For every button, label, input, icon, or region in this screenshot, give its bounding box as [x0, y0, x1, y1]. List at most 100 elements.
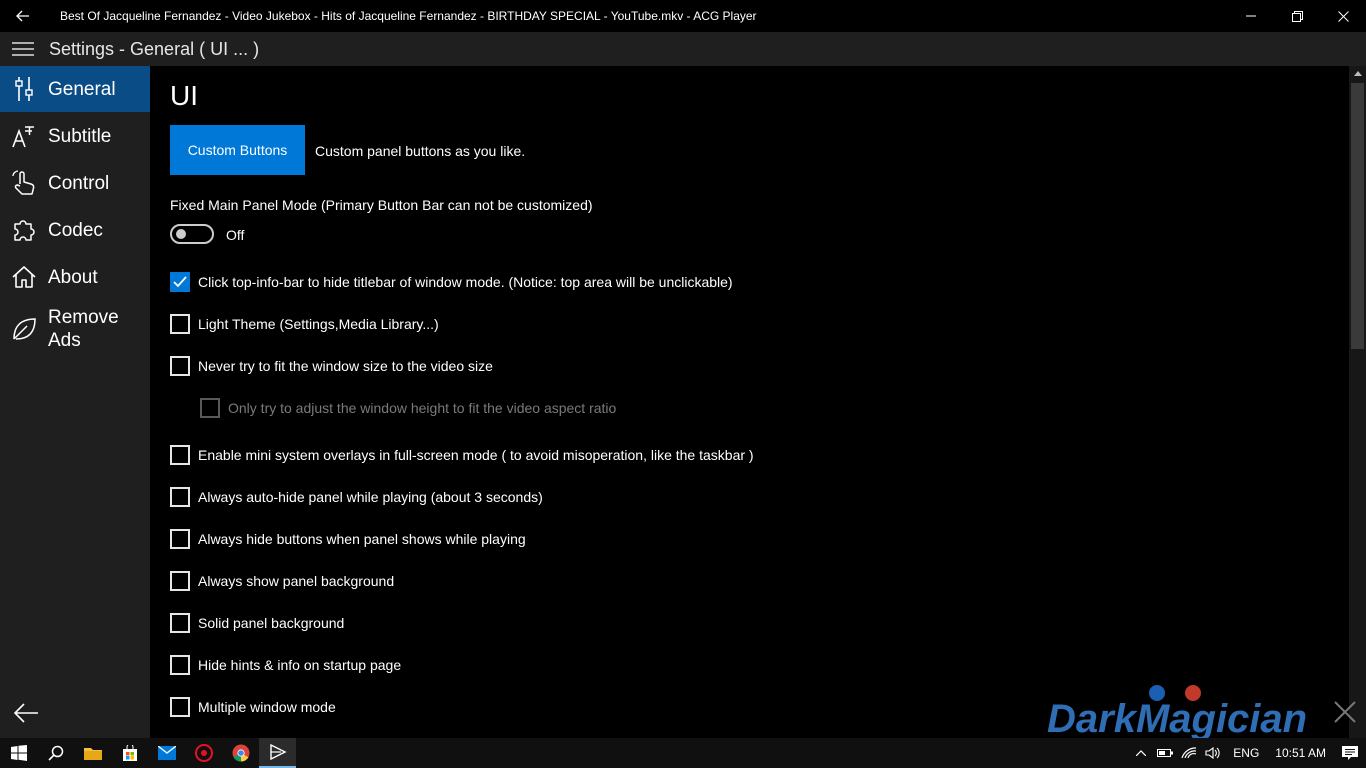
sidebar-item-control[interactable]: Control: [0, 160, 150, 206]
checkbox[interactable]: [170, 272, 190, 292]
restore-icon: [1291, 10, 1303, 22]
checkbox-label: Only try to adjust the window height to …: [228, 400, 617, 416]
checkbox-row-never-fit-window[interactable]: Never try to fit the window size to the …: [170, 356, 493, 376]
checkbox-row-light-theme[interactable]: Light Theme (Settings,Media Library...): [170, 314, 439, 334]
checkbox[interactable]: [170, 445, 190, 465]
minimize-button[interactable]: [1228, 0, 1274, 32]
search-icon: [47, 745, 63, 761]
taskbar-mail[interactable]: [148, 738, 185, 768]
sidebar-item-codec[interactable]: Codec: [0, 207, 150, 253]
checkbox-row-show-panel-bg[interactable]: Always show panel background: [170, 571, 394, 591]
settings-main: UI Custom Buttons Custom panel buttons a…: [150, 66, 1349, 738]
checkbox-row-auto-hide-panel[interactable]: Always auto-hide panel while playing (ab…: [170, 487, 543, 507]
toggle-knob: [176, 229, 186, 239]
window-title: Best Of Jacqueline Fernandez - Video Juk…: [60, 9, 757, 23]
chevron-up-icon: [1353, 71, 1362, 76]
taskbar-search-button[interactable]: [37, 738, 74, 768]
taskbar-store[interactable]: [111, 738, 148, 768]
app-gear-icon: [194, 744, 213, 762]
sidebar-item-label: Remove Ads: [48, 307, 119, 351]
fixed-main-panel-toggle[interactable]: [170, 224, 214, 244]
checkbox: [200, 398, 220, 418]
checkbox[interactable]: [170, 356, 190, 376]
store-bag-icon: [122, 745, 137, 761]
checkbox-label: Always show panel background: [198, 573, 395, 589]
sidebar-back-button[interactable]: [8, 698, 44, 728]
settings-sidebar: General Subtitle Control Codec About Rem…: [0, 66, 150, 738]
taskbar-acg-player[interactable]: [259, 738, 296, 768]
back-arrow-icon: [13, 703, 38, 723]
checkbox[interactable]: [170, 697, 190, 717]
sidebar-item-remove-ads[interactable]: Remove Ads: [0, 301, 150, 357]
sidebar-item-subtitle[interactable]: Subtitle: [0, 113, 150, 159]
home-icon: [0, 265, 48, 289]
custom-buttons-button[interactable]: Custom Buttons: [170, 125, 305, 175]
vertical-scrollbar[interactable]: [1349, 66, 1366, 738]
custom-buttons-description: Custom panel buttons as you like.: [315, 143, 526, 159]
sidebar-item-about[interactable]: About: [0, 254, 150, 300]
chrome-icon: [232, 744, 249, 762]
checkbox-row-solid-panel-bg[interactable]: Solid panel background: [170, 613, 344, 633]
tray-volume-button[interactable]: [1201, 738, 1225, 768]
close-button[interactable]: [1320, 0, 1366, 32]
sidebar-item-label: About: [48, 266, 98, 288]
sidebar-item-general[interactable]: General: [0, 66, 150, 112]
scroll-thumb[interactable]: [1351, 83, 1364, 349]
system-tray: ENG 10:51 AM: [1129, 738, 1366, 768]
checkbox-label: Hide hints & info on startup page: [198, 657, 402, 673]
back-arrow-icon: [16, 10, 29, 22]
close-icon: [1337, 10, 1349, 22]
tray-battery-button[interactable]: [1153, 738, 1177, 768]
scroll-up-button[interactable]: [1349, 66, 1366, 81]
checkmark-icon: [173, 276, 187, 288]
titlebar-back-button[interactable]: [0, 0, 46, 32]
wifi-icon: [1181, 747, 1197, 759]
checkbox-label: Light Theme (Settings,Media Library...): [198, 316, 439, 332]
tray-language[interactable]: ENG: [1225, 746, 1267, 760]
checkbox-row-hide-hints[interactable]: Hide hints & info on startup page: [170, 655, 401, 675]
taskbar-app-red[interactable]: [185, 738, 222, 768]
taskbar-file-explorer[interactable]: [74, 738, 111, 768]
checkbox-label: Always hide buttons when panel shows whi…: [198, 531, 526, 547]
folder-icon: [83, 748, 102, 760]
chevron-up-icon: [1136, 750, 1147, 756]
player-play-icon: [269, 744, 287, 760]
checkbox-row-hide-buttons[interactable]: Always hide buttons when panel shows whi…: [170, 529, 526, 549]
page-title: UI: [170, 80, 198, 111]
tray-clock[interactable]: 10:51 AM: [1267, 746, 1334, 760]
sidebar-item-label: Control: [48, 172, 110, 194]
action-center-button[interactable]: [1334, 738, 1366, 768]
checkbox-row-adjust-height: Only try to adjust the window height to …: [200, 398, 616, 418]
checkbox-label: Never try to fit the window size to the …: [198, 358, 493, 374]
checkbox[interactable]: [170, 487, 190, 507]
checkbox[interactable]: [170, 613, 190, 633]
checkbox-row-hide-titlebar[interactable]: Click top-info-bar to hide titlebar of w…: [170, 272, 733, 292]
start-button[interactable]: [0, 738, 37, 768]
checkbox[interactable]: [170, 314, 190, 334]
volume-icon: [1205, 747, 1220, 759]
windows-taskbar: ENG 10:51 AM: [0, 738, 1366, 768]
window-controls: [1228, 0, 1366, 32]
checkbox-row-multiple-window[interactable]: Multiple window mode: [170, 697, 336, 717]
checkbox-label: Multiple window mode: [198, 699, 336, 715]
taskbar-chrome[interactable]: [222, 738, 259, 768]
mail-icon: [157, 746, 176, 760]
checkbox-row-mini-overlays[interactable]: Enable mini system overlays in full-scre…: [170, 445, 754, 465]
windows-logo-icon: [10, 745, 27, 761]
restore-button[interactable]: [1274, 0, 1320, 32]
hamburger-menu-button[interactable]: [0, 32, 46, 66]
checkbox[interactable]: [170, 571, 190, 591]
checkbox[interactable]: [170, 655, 190, 675]
checkbox[interactable]: [170, 529, 190, 549]
window-titlebar: Best Of Jacqueline Fernandez - Video Juk…: [0, 0, 1366, 32]
tray-overflow-button[interactable]: [1129, 738, 1153, 768]
subtitle-icon: [0, 123, 48, 149]
tray-wifi-button[interactable]: [1177, 738, 1201, 768]
sidebar-item-label: Codec: [48, 219, 103, 241]
puzzle-icon: [0, 218, 48, 242]
sliders-icon: [0, 76, 48, 102]
notification-icon: [1342, 746, 1358, 760]
page-breadcrumb: Settings - General ( UI ... ): [49, 38, 260, 59]
sidebar-item-label: Subtitle: [48, 125, 112, 147]
minimize-icon: [1246, 15, 1256, 17]
